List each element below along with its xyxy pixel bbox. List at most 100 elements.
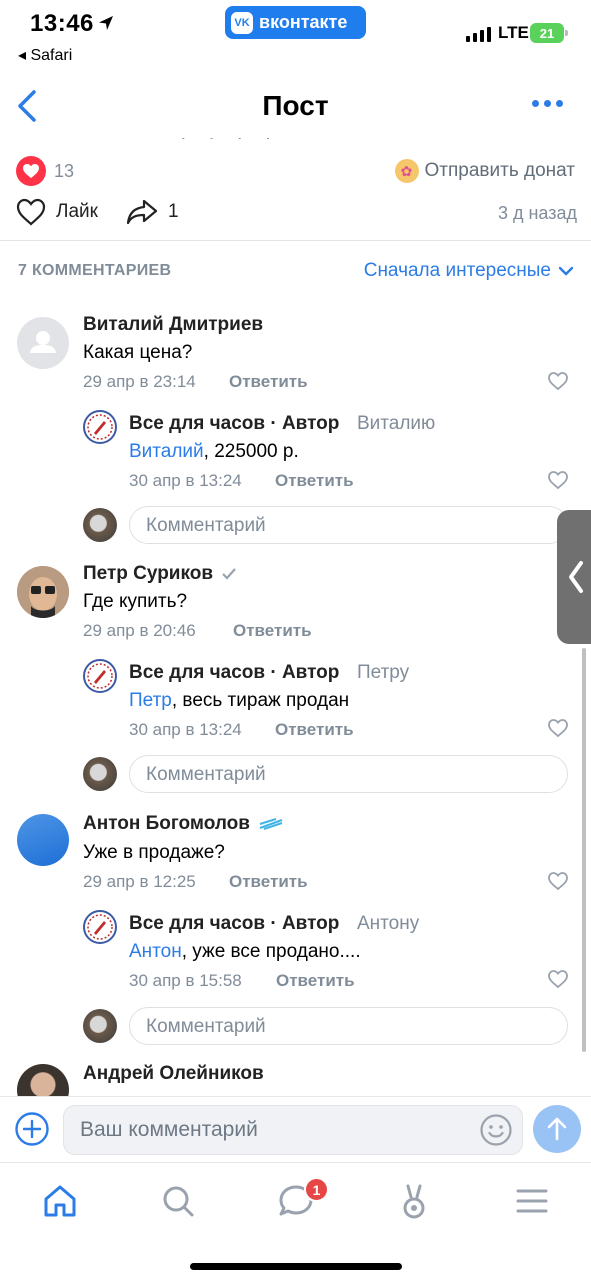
comment-input[interactable]: Комментарий	[129, 755, 568, 793]
tab-bar: 1	[0, 1162, 591, 1280]
reactions-row: 13 ✿ Отправить донат	[0, 150, 591, 194]
sort-dropdown[interactable]: Сначала интересные	[364, 260, 573, 282]
reply-author[interactable]: Все для часов · Автор	[129, 662, 339, 684]
comment-text: Уже в продаже?	[83, 842, 225, 863]
comment-author[interactable]: Андрей Олейников	[83, 1063, 264, 1085]
reply-text: Петр, весь тираж продан	[129, 690, 349, 712]
clips-icon[interactable]	[394, 1181, 434, 1221]
watch-logo-icon	[87, 663, 113, 689]
verified-check-icon	[222, 568, 236, 580]
attach-plus-icon[interactable]	[14, 1111, 50, 1147]
like-label: Лайк	[56, 201, 98, 222]
emoji-icon[interactable]	[479, 1113, 513, 1147]
search-icon[interactable]	[158, 1181, 198, 1221]
reply-button[interactable]: Ответить	[276, 971, 355, 991]
clock: 13:46	[30, 10, 94, 37]
reply-button[interactable]: Ответить	[233, 621, 312, 641]
my-avatar	[83, 757, 117, 791]
zenit-badge-icon	[259, 818, 283, 830]
comment-author[interactable]: Петр Суриков	[83, 563, 237, 585]
mention-link[interactable]: Виталий	[129, 441, 204, 462]
reply-author[interactable]: Все для часов · Автор	[129, 413, 339, 435]
home-icon[interactable]	[40, 1181, 80, 1221]
heart-outline-icon[interactable]	[547, 371, 569, 391]
arrow-up-icon	[547, 1117, 567, 1141]
compose-bar: Ваш комментарий	[0, 1096, 591, 1162]
watch-logo-icon	[87, 914, 113, 940]
comment-date: 29 апр в 20:46	[83, 621, 196, 640]
page-title: Пост	[262, 90, 329, 121]
comment-date: 29 апр в 12:25	[83, 872, 196, 891]
heart-outline-icon[interactable]	[547, 969, 569, 989]
back-to-safari-link[interactable]: ◂ Safari	[18, 45, 72, 65]
avatar[interactable]	[17, 814, 69, 866]
mention-link[interactable]: Антон	[129, 941, 182, 962]
comments-count: 7 КОММЕНТАРИЕВ	[18, 262, 172, 279]
watch-logo-icon	[87, 414, 113, 440]
network-type: LTE	[498, 23, 529, 42]
avatar[interactable]	[17, 317, 69, 369]
post-time: 3 д назад	[497, 203, 577, 223]
avatar[interactable]	[17, 566, 69, 618]
comment-date: 29 апр в 23:14	[83, 372, 196, 391]
avatar[interactable]	[83, 910, 117, 944]
reply-text: Виталий, 225000 р.	[129, 441, 299, 463]
avatar[interactable]	[83, 410, 117, 444]
location-arrow-icon	[99, 16, 113, 30]
comment-author-name: Петр Суриков	[83, 563, 214, 584]
like-button[interactable]: Лайк	[16, 198, 98, 226]
send-button[interactable]	[533, 1105, 581, 1153]
heart-outline-icon[interactable]	[547, 871, 569, 891]
user-placeholder-icon	[30, 331, 56, 353]
post-text-cut: · · · ·	[0, 138, 591, 148]
reactions-count[interactable]: 13	[54, 161, 74, 182]
comment-compose-input[interactable]: Ваш комментарий	[63, 1105, 523, 1155]
battery-level: 21	[539, 25, 555, 41]
vk-logo-icon: VK	[231, 11, 253, 34]
reply-body: , уже все продано....	[181, 941, 361, 962]
comment-author[interactable]: Антон Богомолов	[83, 813, 284, 835]
reply-button[interactable]: Ответить	[229, 872, 308, 892]
more-options-icon[interactable]	[532, 100, 563, 107]
reply-body: , 225000 р.	[203, 441, 299, 462]
avatar[interactable]	[83, 659, 117, 693]
comment-text: Где купить?	[83, 591, 188, 612]
donate-button[interactable]: ✿ Отправить донат	[394, 159, 576, 183]
donate-icon: ✿	[394, 159, 419, 183]
signal-strength-icon	[466, 26, 491, 42]
post-actions: Лайк 1 3 д назад	[0, 194, 591, 234]
status-bar: 13:46 ◂ Safari VK вконтакте LTE 21	[0, 0, 591, 70]
chevron-left-icon	[569, 561, 583, 593]
battery-icon: 21	[530, 23, 568, 43]
heart-reaction-icon[interactable]	[16, 156, 46, 186]
reply-button[interactable]: Ответить	[275, 720, 354, 740]
heart-outline-icon[interactable]	[547, 470, 569, 490]
heart-outline-icon[interactable]	[547, 718, 569, 738]
reply-date: 30 апр в 15:58	[129, 971, 242, 990]
side-panel-handle[interactable]	[557, 510, 591, 644]
donate-label: Отправить донат	[424, 160, 576, 181]
scrollbar[interactable]	[582, 648, 586, 1052]
comment-input[interactable]: Комментарий	[129, 1007, 568, 1045]
share-button[interactable]: 1	[126, 198, 179, 226]
reply-author[interactable]: Все для часов · Автор	[129, 913, 339, 935]
comment-author[interactable]: Виталий Дмитриев	[83, 314, 263, 336]
reply-to: Петру	[357, 662, 410, 683]
share-icon	[126, 199, 158, 225]
reply-date: 30 апр в 13:24	[129, 720, 242, 739]
sort-label: Сначала интересные	[363, 260, 551, 281]
comment-author-name: Антон Богомолов	[83, 813, 250, 834]
reply-to: Антону	[357, 913, 420, 934]
menu-icon[interactable]	[512, 1181, 552, 1221]
my-avatar	[83, 508, 117, 542]
reply-button[interactable]: Ответить	[229, 372, 308, 392]
home-indicator	[190, 1263, 402, 1270]
chevron-down-icon	[559, 266, 573, 276]
reply-text: Антон, уже все продано....	[129, 941, 361, 963]
reply-to: Виталию	[357, 413, 436, 434]
reply-button[interactable]: Ответить	[275, 471, 354, 491]
divider	[0, 240, 591, 241]
mention-link[interactable]: Петр	[129, 690, 172, 711]
comment-input[interactable]: Комментарий	[129, 506, 568, 544]
heart-outline-icon	[16, 198, 46, 226]
